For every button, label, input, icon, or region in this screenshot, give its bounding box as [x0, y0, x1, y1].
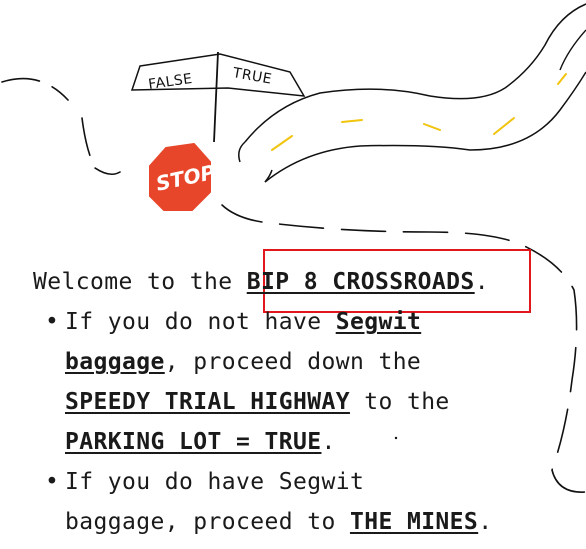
parking-lot-true-link[interactable]: PARKING LOT = TRUE — [65, 429, 321, 455]
intro-line: Welcome to the BIP 8 CROSSROADS. — [33, 269, 489, 295]
the-mines-link[interactable]: THE MINES — [350, 509, 478, 535]
road-edge-left — [238, 141, 246, 163]
signpost-pole — [213, 51, 219, 143]
road-lane-marks — [271, 73, 567, 151]
bullet-icon: • — [45, 309, 60, 335]
road-edge-bottom — [264, 71, 586, 183]
bip8-crossroads-link[interactable]: BIP 8 CROSSROADS — [247, 269, 475, 295]
options-list: • If you do not have Segwit baggage, pro… — [33, 302, 573, 542]
bullet-icon: • — [45, 469, 60, 495]
baggage-link[interactable]: baggage — [65, 349, 165, 375]
sign-true-label: TRUE — [231, 65, 274, 88]
road-end — [559, 29, 586, 71]
content-text: Welcome to the BIP 8 CROSSROADS. • If yo… — [33, 262, 573, 542]
speedy-trial-highway-link[interactable]: SPEEDY TRIAL HIGHWAY — [65, 389, 350, 415]
dashed-path-left — [1, 77, 121, 176]
segwit-link[interactable]: Segwit — [336, 309, 421, 335]
list-item-no-segwit: • If you do not have Segwit baggage, pro… — [33, 302, 573, 462]
list-item-segwit: • If you do have Segwit baggage, proceed… — [33, 462, 573, 542]
road-edge-top — [244, 3, 586, 143]
sign-false-label: FALSE — [147, 71, 193, 93]
